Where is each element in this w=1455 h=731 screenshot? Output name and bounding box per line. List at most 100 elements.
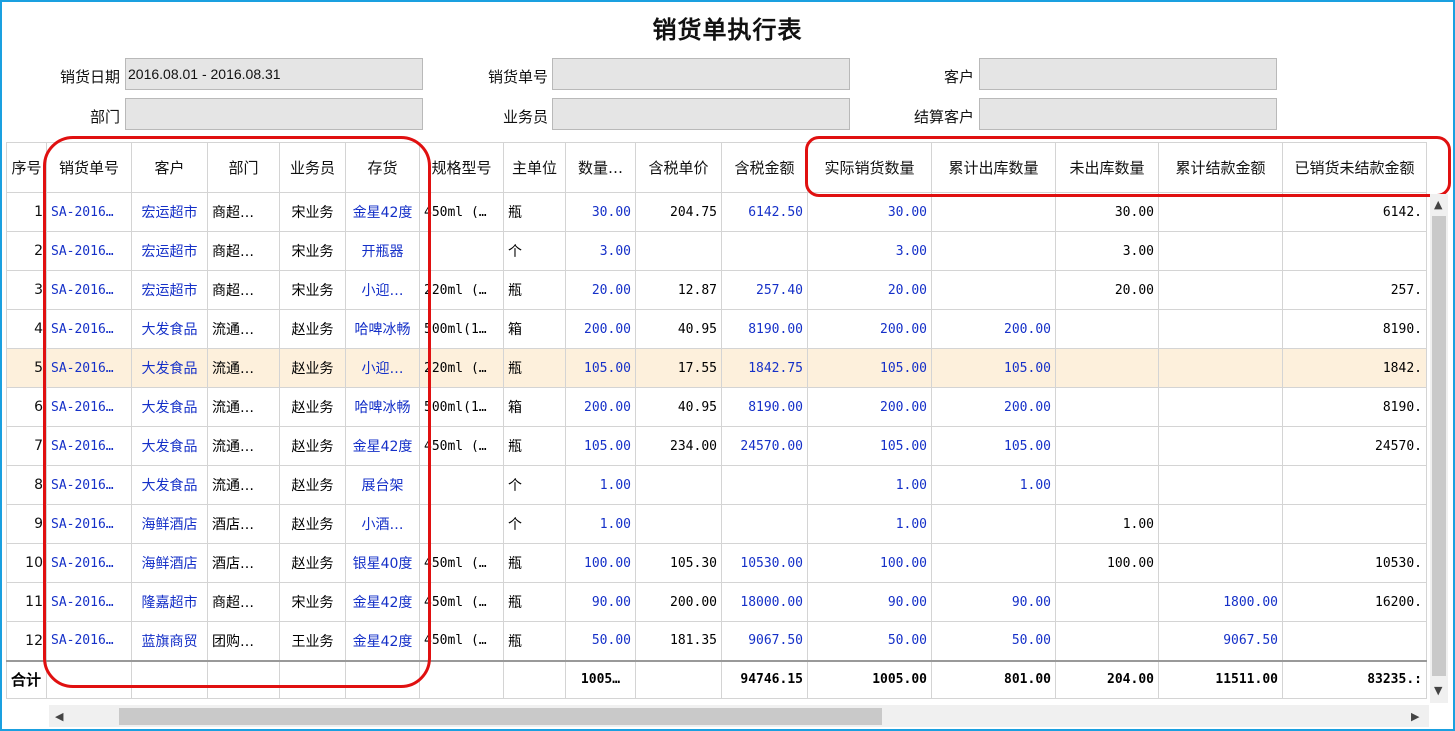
cell-stock[interactable]: 金星42度: [345, 426, 420, 466]
cell-salesman: 赵业务: [279, 465, 346, 505]
cell-tax-amount: [721, 231, 808, 271]
table-row[interactable]: 6 SA-2016… 大发食品 流通… 赵业务 哈啤冰畅 500ml(1… 箱 200.00 40…: [6, 387, 1427, 427]
header-col-salesman[interactable]: 业务员: [279, 142, 346, 193]
cell-customer[interactable]: 大发食品: [131, 426, 208, 466]
cell-not-out-qty: 20.00: [1055, 270, 1159, 310]
cell-customer[interactable]: 大发食品: [131, 309, 208, 349]
cell-index: 3: [6, 270, 47, 310]
header-col-not-out-qty[interactable]: 未出库数量: [1055, 142, 1159, 193]
cell-customer[interactable]: 海鲜酒店: [131, 543, 208, 583]
cell-customer[interactable]: 隆嘉超市: [131, 582, 208, 622]
sale-date-field[interactable]: 2016.08.01 - 2016.08.31: [125, 58, 423, 90]
header-col-stock[interactable]: 存货: [345, 142, 420, 193]
cell-customer[interactable]: 宏运超市: [131, 231, 208, 271]
cell-customer[interactable]: 大发食品: [131, 387, 208, 427]
cell-customer[interactable]: 大发食品: [131, 465, 208, 505]
cell-tax-amount: 9067.50: [721, 621, 808, 661]
cell-tax-price: [635, 465, 722, 505]
cell-stock[interactable]: 金星42度: [345, 192, 420, 232]
table-row[interactable]: 5 SA-2016… 大发食品 流通… 赵业务 小迎… 220ml (… 瓶 105.00 17.…: [6, 348, 1427, 388]
cell-order-no[interactable]: SA-2016…: [46, 348, 132, 388]
cell-order-no[interactable]: SA-2016…: [46, 582, 132, 622]
cell-stock[interactable]: 小迎…: [345, 348, 420, 388]
cell-stock[interactable]: 开瓶器: [345, 231, 420, 271]
cell-order-no[interactable]: SA-2016…: [46, 387, 132, 427]
horizontal-scroll-thumb[interactable]: [119, 708, 882, 725]
cell-stock[interactable]: 展台架: [345, 465, 420, 505]
table-row[interactable]: 9 SA-2016… 海鲜酒店 酒店… 赵业务 小酒… 个 1.00 1.00 1.00: [6, 504, 1427, 544]
table-row[interactable]: 11 SA-2016… 隆嘉超市 商超… 宋业务 金星42度 450ml (… 瓶 90.00 2…: [6, 582, 1427, 622]
cell-order-no[interactable]: SA-2016…: [46, 270, 132, 310]
header-col-customer[interactable]: 客户: [131, 142, 208, 193]
cell-stock[interactable]: 银星40度: [345, 543, 420, 583]
table-row[interactable]: 3 SA-2016… 宏运超市 商超… 宋业务 小迎… 220ml (… 瓶 20.00 12.8…: [6, 270, 1427, 310]
cell-not-out-qty: 1.00: [1055, 504, 1159, 544]
header-col-unpaid-amount[interactable]: 已销货未结款金额: [1282, 142, 1427, 193]
dept-field[interactable]: [125, 98, 423, 130]
cell-order-no[interactable]: SA-2016…: [46, 465, 132, 505]
table-row[interactable]: 8 SA-2016… 大发食品 流通… 赵业务 展台架个 1.00 1.00 1.00: [6, 465, 1427, 505]
cell-order-no[interactable]: SA-2016…: [46, 231, 132, 271]
total-cum-out-qty: 801.00: [931, 659, 1056, 699]
cell-tax-price: 234.00: [635, 426, 722, 466]
scroll-right-icon[interactable]: ▶: [1411, 710, 1419, 723]
cell-customer[interactable]: 海鲜酒店: [131, 504, 208, 544]
scroll-left-icon[interactable]: ◀: [55, 710, 63, 723]
table-row[interactable]: 12 SA-2016… 蓝旗商贸 团购… 王业务 金星42度 450ml (… 瓶 50.00 1…: [6, 621, 1427, 661]
cell-unit: 瓶: [503, 621, 566, 661]
customer-field[interactable]: [979, 58, 1277, 90]
cell-order-no[interactable]: SA-2016…: [46, 621, 132, 661]
header-col-order-no[interactable]: 销货单号: [46, 142, 132, 193]
horizontal-scrollbar[interactable]: ◀ ▶: [49, 705, 1429, 727]
header-col-tax-price[interactable]: 含税单价: [635, 142, 722, 193]
salesman-field[interactable]: [552, 98, 850, 130]
cell-tax-price: 200.00: [635, 582, 722, 622]
cell-stock[interactable]: 小迎…: [345, 270, 420, 310]
table-row[interactable]: 1 SA-2016… 宏运超市 商超… 宋业务 金星42度 450ml (… 瓶 30.00 20…: [6, 192, 1427, 232]
header-col-spec[interactable]: 规格型号: [419, 142, 504, 193]
order-no-field[interactable]: [552, 58, 850, 90]
header-col-qty[interactable]: 数量…: [565, 142, 636, 193]
cell-customer[interactable]: 蓝旗商贸: [131, 621, 208, 661]
table-row[interactable]: 2 SA-2016… 宏运超市 商超… 宋业务 开瓶器个 3.00 3.00 3.00: [6, 231, 1427, 271]
cell-stock[interactable]: 哈啤冰畅: [345, 387, 420, 427]
header-col-index[interactable]: 序号: [6, 142, 47, 193]
cell-order-no[interactable]: SA-2016…: [46, 192, 132, 232]
cell-order-no[interactable]: SA-2016…: [46, 309, 132, 349]
cell-unit: 箱: [503, 309, 566, 349]
settle-customer-field[interactable]: [979, 98, 1277, 130]
cell-order-no[interactable]: SA-2016…: [46, 504, 132, 544]
header-col-dept[interactable]: 部门: [207, 142, 280, 193]
cell-dept: 商超…: [207, 231, 280, 271]
header-col-unit[interactable]: 主单位: [503, 142, 566, 193]
cell-cum-paid: [1158, 543, 1283, 583]
cell-index: 1: [6, 192, 47, 232]
vertical-scrollbar[interactable]: ▲ ▼: [1430, 194, 1448, 703]
cell-stock[interactable]: 金星42度: [345, 621, 420, 661]
cell-order-no[interactable]: SA-2016…: [46, 543, 132, 583]
cell-qty: 1.00: [565, 504, 636, 544]
header-col-cum-out-qty[interactable]: 累计出库数量: [931, 142, 1056, 193]
cell-index: 7: [6, 426, 47, 466]
cell-stock[interactable]: 小酒…: [345, 504, 420, 544]
header-col-cum-paid[interactable]: 累计结款金额: [1158, 142, 1283, 193]
cell-unpaid-amount: 1842.: [1282, 348, 1427, 388]
cell-order-no[interactable]: SA-2016…: [46, 426, 132, 466]
vertical-scroll-thumb[interactable]: [1432, 216, 1446, 676]
scroll-up-icon[interactable]: ▲: [1434, 198, 1442, 211]
table-row[interactable]: 4 SA-2016… 大发食品 流通… 赵业务 哈啤冰畅 500ml(1… 箱 200.00 40…: [6, 309, 1427, 349]
header-col-actual-qty[interactable]: 实际销货数量: [807, 142, 932, 193]
cell-cum-paid: 1800.00: [1158, 582, 1283, 622]
cell-stock[interactable]: 哈啤冰畅: [345, 309, 420, 349]
cell-tax-amount: 18000.00: [721, 582, 808, 622]
scroll-down-icon[interactable]: ▼: [1434, 684, 1442, 697]
cell-customer[interactable]: 大发食品: [131, 348, 208, 388]
header-col-tax-amount[interactable]: 含税金额: [721, 142, 808, 193]
cell-stock[interactable]: 金星42度: [345, 582, 420, 622]
cell-customer[interactable]: 宏运超市: [131, 192, 208, 232]
table-row[interactable]: 7 SA-2016… 大发食品 流通… 赵业务 金星42度 450ml (… 瓶 105.00 2…: [6, 426, 1427, 466]
table-row[interactable]: 10 SA-2016… 海鲜酒店 酒店… 赵业务 银星40度 450ml (… 瓶 100.00…: [6, 543, 1427, 583]
cell-not-out-qty: [1055, 621, 1159, 661]
cell-customer[interactable]: 宏运超市: [131, 270, 208, 310]
cell-spec: [419, 465, 504, 505]
